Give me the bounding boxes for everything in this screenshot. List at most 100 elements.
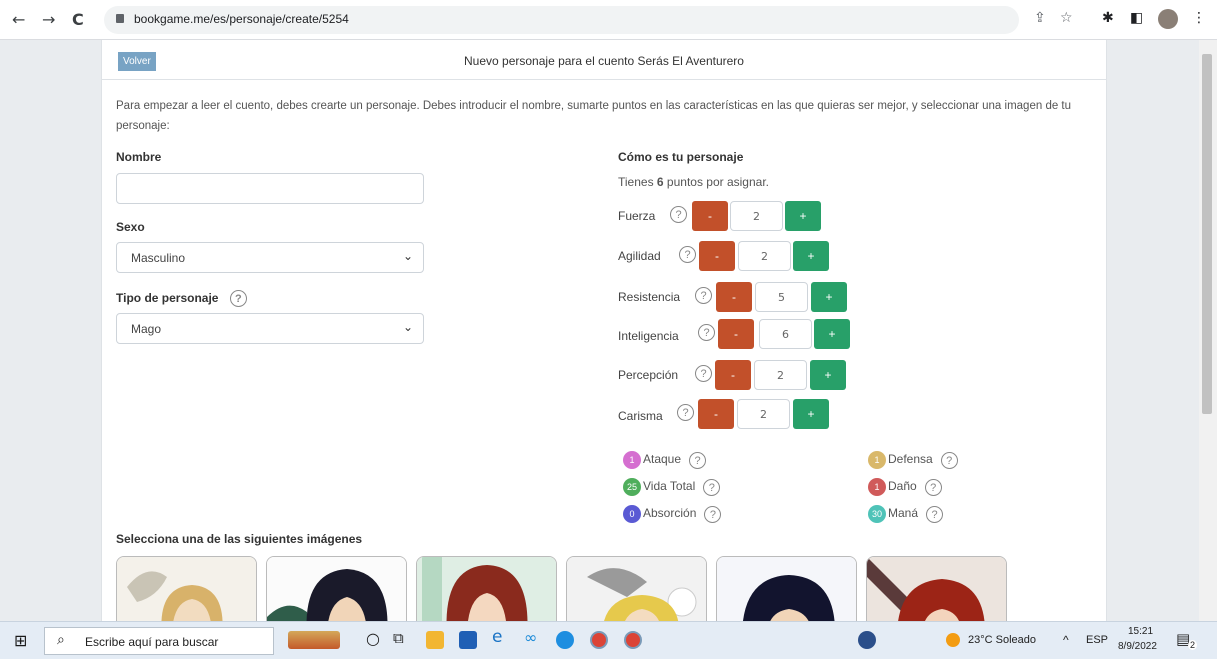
help-icon[interactable]: ? [695, 365, 712, 382]
stat-defensa: 1 Defensa? [868, 451, 958, 469]
decrease-button[interactable]: - [699, 241, 735, 271]
decrease-button[interactable]: - [718, 319, 754, 349]
attribute-row-percepcion: Percepción ? - 2 + [618, 360, 878, 390]
stat-badge: 1 [868, 478, 886, 496]
increase-button[interactable]: + [785, 201, 821, 231]
increase-button[interactable]: + [811, 282, 847, 312]
search-highlight-icon[interactable] [288, 631, 340, 649]
stat-vida-total: 25 Vida Total? [623, 478, 721, 496]
decrease-button[interactable]: - [715, 360, 751, 390]
browser-toolbar: ← → C bookgame.me/es/personaje/create/52… [0, 0, 1217, 40]
attribute-name: Percepción [618, 368, 679, 382]
stat-label: Daño [888, 479, 917, 494]
character-heading: Cómo es tu personaje [618, 150, 744, 164]
character-image-option[interactable] [866, 556, 1007, 621]
help-icon[interactable]: ? [940, 451, 958, 469]
store-icon[interactable] [459, 631, 477, 649]
character-image-option[interactable] [416, 556, 557, 621]
windows-start-icon[interactable]: ⊞ [14, 631, 27, 650]
character-image-option[interactable] [116, 556, 257, 621]
chevron-up-icon[interactable]: ^ [1063, 633, 1069, 647]
infinity-app-icon[interactable]: ∞ [524, 628, 537, 647]
main-card: Volver Nuevo personaje para el cuento Se… [101, 40, 1107, 621]
attribute-value: 2 [754, 360, 807, 390]
clock-date[interactable]: 8/9/2022 [1118, 641, 1157, 652]
attribute-row-inteligencia: Inteligencia ? - 6 + [618, 319, 878, 349]
scrollbar-thumb[interactable] [1202, 54, 1212, 414]
character-image-option[interactable] [566, 556, 707, 621]
address-bar[interactable]: bookgame.me/es/personaje/create/5254 [104, 6, 1019, 34]
type-select[interactable]: Mago ⌄ [116, 313, 424, 344]
chrome-icon[interactable] [624, 631, 642, 649]
internet-explorer-icon[interactable]: e [492, 627, 502, 647]
help-icon[interactable]: ? [703, 478, 721, 496]
task-view-icon[interactable]: ⧉ [393, 629, 404, 647]
profile-avatar[interactable] [1158, 9, 1178, 29]
character-portrait-1 [117, 557, 256, 621]
help-icon[interactable]: ? [698, 324, 715, 341]
card-header: Volver Nuevo personaje para el cuento Se… [102, 40, 1106, 80]
attribute-name: Resistencia [618, 290, 681, 304]
cortana-icon[interactable]: ○ [366, 629, 380, 648]
increase-button[interactable]: + [793, 399, 829, 429]
stat-absorcion: 0 Absorción? [623, 505, 722, 523]
bookmark-star-icon[interactable]: ☆ [1060, 10, 1073, 26]
decrease-button[interactable]: - [716, 282, 752, 312]
help-icon[interactable]: ? [926, 505, 944, 523]
language-indicator[interactable]: ESP [1086, 634, 1108, 646]
taskbar-search[interactable]: ⌕ Escribe aquí para buscar [44, 627, 274, 655]
help-icon[interactable]: ? [704, 505, 722, 523]
help-app-icon[interactable] [858, 631, 876, 649]
stat-label: Maná [888, 506, 919, 521]
share-icon[interactable]: ⇪ [1034, 10, 1046, 26]
name-input[interactable] [116, 173, 424, 204]
character-portrait-4 [567, 557, 706, 621]
increase-button[interactable]: + [793, 241, 829, 271]
help-icon[interactable]: ? [924, 478, 942, 496]
help-icon[interactable]: ? [677, 404, 694, 421]
attribute-value: 6 [759, 319, 812, 349]
page-title: Nuevo personaje para el cuento Serás El … [464, 54, 744, 68]
file-explorer-icon[interactable] [426, 631, 444, 649]
sex-select[interactable]: Masculino ⌄ [116, 242, 424, 273]
help-icon[interactable]: ? [229, 290, 247, 307]
help-icon[interactable]: ? [679, 246, 696, 263]
character-image-option[interactable] [266, 556, 407, 621]
chevron-down-icon: ⌄ [402, 320, 413, 334]
character-image-option[interactable] [716, 556, 857, 621]
attribute-name: Carisma [618, 409, 663, 423]
character-portrait-2 [267, 557, 406, 621]
chrome-icon[interactable] [590, 631, 608, 649]
reload-icon[interactable]: C [72, 10, 84, 29]
help-icon[interactable]: ? [695, 287, 712, 304]
forward-arrow-icon[interactable]: → [42, 10, 55, 29]
notification-count: 2 [1188, 640, 1198, 650]
stat-label: Ataque [643, 452, 682, 467]
page-scrollbar[interactable] [1199, 40, 1217, 621]
character-portrait-5 [717, 557, 856, 621]
decrease-button[interactable]: - [692, 201, 728, 231]
increase-button[interactable]: + [810, 360, 846, 390]
points-remaining: Tienes 6 puntos por asignar. [618, 175, 769, 189]
extensions-icon[interactable]: ✱ [1102, 10, 1114, 26]
increase-button[interactable]: + [814, 319, 850, 349]
attribute-name: Agilidad [618, 249, 661, 263]
intro-text: Para empezar a leer el cuento, debes cre… [116, 100, 1072, 132]
side-panel-icon[interactable]: ◧ [1130, 10, 1143, 26]
attribute-value: 2 [738, 241, 791, 271]
clock-time[interactable]: 15:21 [1128, 626, 1153, 637]
attribute-row-resistencia: Resistencia ? - 5 + [618, 282, 878, 312]
stat-dano: 1 Daño? [868, 478, 942, 496]
taskbar-search-placeholder: Escribe aquí para buscar [85, 635, 219, 649]
help-icon[interactable]: ? [670, 206, 687, 223]
weather-text[interactable]: 23°C Soleado [968, 634, 1036, 646]
decrease-button[interactable]: - [698, 399, 734, 429]
back-arrow-icon[interactable]: ← [12, 10, 25, 29]
lock-icon [116, 14, 124, 23]
url-text: bookgame.me/es/personaje/create/5254 [134, 12, 349, 26]
character-portrait-6 [867, 557, 1006, 621]
help-icon[interactable]: ? [689, 451, 707, 469]
edge-icon[interactable] [556, 631, 574, 649]
menu-kebab-icon[interactable]: ⋮ [1192, 10, 1206, 26]
points-prefix: Tienes [618, 175, 657, 189]
